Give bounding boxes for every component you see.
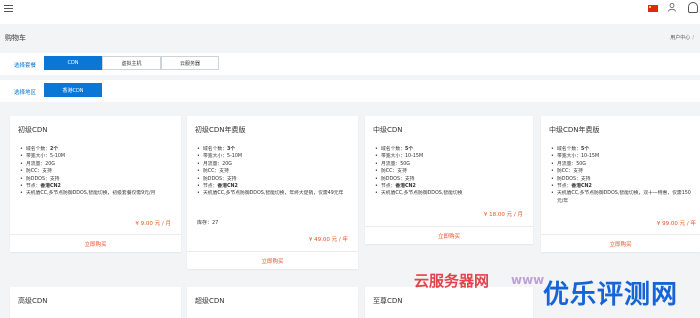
feature-item: 月流量：20G [19, 161, 179, 169]
feature-item: 防DDOS：支持 [196, 176, 356, 184]
feature-item: 节点：香港CN2 [19, 183, 179, 191]
buy-now-button[interactable]: 立即购买 [10, 234, 181, 252]
product-price: ¥ 99.00 元 / 年 [656, 221, 696, 227]
region-selector-label: 选择地区 [14, 90, 37, 96]
feature-item: 节点：香港CN2 [550, 183, 696, 191]
product-name: 中级CDN年费版 [549, 126, 600, 134]
feature-item: 带宽大小：5-10M [19, 153, 179, 161]
feature-item: 域名个数：2个 [19, 146, 179, 154]
product-card: 初级CDN 域名个数：2个 带宽大小：5-10M 月流量：20G 防CC：支持 … [10, 116, 181, 252]
product-name: 超级CDN [195, 297, 225, 305]
feature-list: 域名个数：3个 带宽大小：5-10M 月流量：20G 防CC：支持 防DDOS：… [196, 146, 356, 198]
product-card: 初级CDN年费版 域名个数：3个 带宽大小：5-10M 月流量：20G 防CC：… [187, 116, 358, 269]
product-card: 至尊CDN [365, 287, 533, 318]
feature-item: 节点：香港CN2 [196, 183, 356, 191]
title-bar [0, 24, 700, 50]
feature-item: 防DDOS：支持 [374, 176, 534, 184]
region-selector: 选择地区 香港CDN [0, 80, 700, 102]
stock-count: 库存：27 [197, 220, 219, 226]
group-selector-label: 选择套餐 [14, 63, 37, 69]
watermark-text: 云服务器网 [414, 272, 490, 290]
group-option-cdn[interactable]: CDN [44, 56, 102, 70]
product-card: 中级CDN 域名个数：5个 带宽大小：10-15M 月流量：50G 防CC：支持… [365, 116, 533, 244]
feature-item: 月流量：50G [550, 161, 696, 169]
product-name: 中级CDN [373, 126, 403, 134]
feature-item: 月流量：20G [196, 161, 356, 169]
feature-list: 域名个数：5个 带宽大小：10-15M 月流量：50G 防CC：支持 防DDOS… [374, 146, 534, 198]
page-title: 购物车 [5, 34, 26, 42]
feature-item: 防CC：支持 [374, 168, 534, 176]
feature-item: 天机盾CC,多节点防御DDOS,智能切换，双十一特惠，仅需150元/年 [550, 190, 696, 205]
product-price: ¥ 18.00 元 / 月 [483, 212, 523, 218]
watermark-text: www [511, 273, 545, 287]
feature-item: 防CC：支持 [550, 168, 696, 176]
top-navbar [0, 0, 700, 24]
group-selector: 选择套餐 CDN 虚拟主机 云服务器 [0, 53, 700, 75]
feature-item: 月流量：50G [374, 161, 534, 169]
watermark-text: 优乐评测网 [543, 280, 679, 310]
bell-icon[interactable] [688, 2, 698, 13]
breadcrumb-user-center[interactable]: 用户中心 [670, 35, 690, 41]
product-card: 中级CDN年费版 域名个数：5个 带宽大小：10-15M 月流量：50G 防CC… [541, 116, 700, 252]
feature-list: 域名个数：2个 带宽大小：5-10M 月流量：20G 防CC：支持 防DDOS：… [19, 146, 179, 198]
product-name: 初级CDN年费版 [195, 126, 246, 134]
feature-item: 节点：香港CN2 [374, 183, 534, 191]
breadcrumb: 用户中心 / [670, 34, 694, 41]
product-price: ¥ 9.00 元 / 月 [135, 221, 171, 227]
product-name: 初级CDN [18, 126, 48, 134]
buy-now-button[interactable]: 立即购买 [187, 251, 358, 269]
china-flag-icon[interactable] [648, 5, 658, 12]
user-icon[interactable] [668, 3, 676, 12]
group-option-virtual-host[interactable]: 虚拟主机 [102, 56, 161, 70]
feature-item: 带宽大小：10-15M [374, 153, 534, 161]
feature-item: 带宽大小：5-10M [196, 153, 356, 161]
product-name: 至尊CDN [373, 297, 403, 305]
product-card: 超级CDN [187, 287, 358, 318]
menu-icon[interactable] [4, 5, 13, 13]
feature-item: 天机盾CC,多节点防御DDOS,智能切换，初级套餐仅需9元/月 [19, 190, 179, 198]
feature-item: 天机盾CC,多节点防御DDOS,智能切换 [374, 190, 534, 198]
group-option-cloud-server[interactable]: 云服务器 [161, 56, 219, 70]
product-card: 高级CDN [10, 287, 181, 318]
feature-item: 防DDOS：支持 [19, 176, 179, 184]
feature-item: 域名个数：5个 [550, 146, 696, 154]
buy-now-button[interactable]: 立即购买 [365, 226, 533, 244]
product-name: 高级CDN [18, 297, 48, 305]
product-price: ¥ 49.00 元 / 年 [308, 237, 348, 243]
breadcrumb-separator: / [692, 35, 694, 41]
feature-item: 天机盾CC,多节点防御DDOS,智能切换，年终大促销，仅需49元年 [196, 190, 356, 198]
feature-item: 防CC：支持 [19, 168, 179, 176]
buy-now-button[interactable]: 立即购买 [541, 234, 700, 252]
feature-item: 带宽大小：10-15M [550, 153, 696, 161]
feature-list: 域名个数：5个 带宽大小：10-15M 月流量：50G 防CC：支持 防DDOS… [550, 146, 696, 205]
feature-item: 防DDOS：支持 [550, 176, 696, 184]
region-option-hongkong-cdn[interactable]: 香港CDN [44, 83, 102, 97]
feature-item: 域名个数：3个 [196, 146, 356, 154]
feature-item: 防CC：支持 [196, 168, 356, 176]
feature-item: 域名个数：5个 [374, 146, 534, 154]
